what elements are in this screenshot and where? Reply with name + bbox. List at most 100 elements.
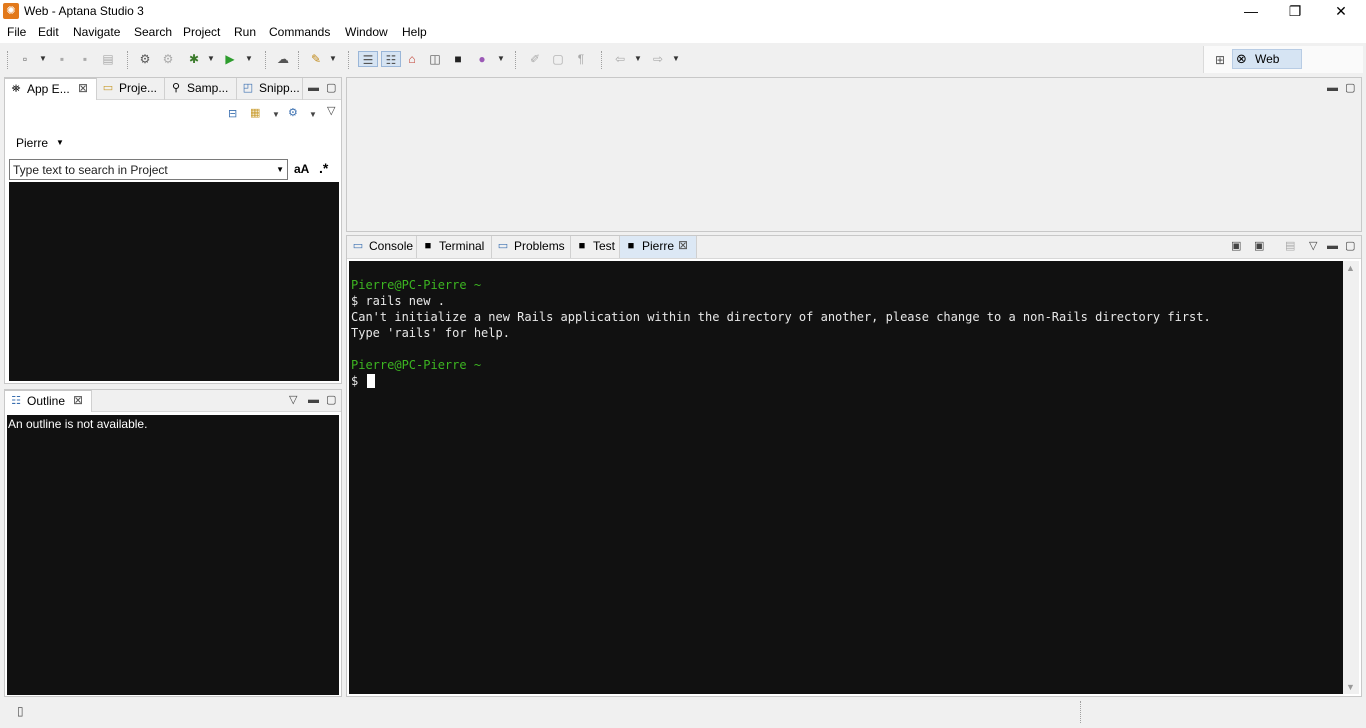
block-select-icon[interactable]: ▢: [550, 51, 566, 67]
perspective-bar: ⊞ ⊗ Web: [1203, 46, 1363, 73]
forward-arrow-icon[interactable]: ⇨: [650, 51, 666, 67]
terminal-icon: ■: [627, 240, 635, 252]
print-icon[interactable]: ▤: [100, 51, 116, 67]
pilcrow-icon[interactable]: ¶: [573, 51, 589, 67]
menu-commands[interactable]: Commands: [269, 25, 330, 39]
menu-help[interactable]: Help: [402, 25, 427, 39]
new-terminal-alt-icon[interactable]: ▣: [1254, 240, 1264, 252]
package-icon[interactable]: ▦: [250, 107, 260, 119]
view-menu-icon[interactable]: ▽: [1309, 240, 1317, 252]
menu-navigate[interactable]: Navigate: [73, 25, 120, 39]
perspective-web-button[interactable]: ⊗ Web: [1232, 49, 1302, 69]
menu-window[interactable]: Window: [345, 25, 388, 39]
regex-toggle[interactable]: .*: [319, 160, 328, 176]
chevron-down-icon[interactable]: ▼: [272, 109, 280, 121]
maximize-panel-icon[interactable]: ▢: [326, 82, 336, 94]
tab-project-explorer[interactable]: ▭ Proje...: [97, 78, 165, 100]
main-toolbar: ▫ ▼ ▪ ▪ ▤ ⚙ ⚙ ✱ ▼ ▶ ▼ ☁ ✎ ▼ ☰ ☷ ⌂ ◫ ■ ● …: [0, 43, 1366, 75]
tree-view-icon[interactable]: ☷: [381, 51, 401, 67]
scroll-down-icon[interactable]: ▼: [1346, 682, 1355, 692]
home-icon[interactable]: ⌂: [404, 51, 420, 67]
tab-samples[interactable]: ⚲ Samp...: [165, 78, 237, 100]
chevron-down-icon[interactable]: ▼: [276, 165, 284, 174]
tab-snippets[interactable]: ◰ Snipp...: [237, 78, 303, 100]
pen-icon[interactable]: ✐: [527, 51, 543, 67]
console-icon: ▭: [352, 240, 364, 252]
gear-icon[interactable]: ⚙: [288, 107, 298, 119]
maximize-panel-icon[interactable]: ▢: [1345, 82, 1355, 94]
fast-view-icon[interactable]: ▯: [17, 704, 24, 718]
project-tree[interactable]: [9, 182, 339, 381]
terminal-icon[interactable]: ■: [450, 51, 466, 67]
wand-icon[interactable]: ✎: [308, 51, 324, 67]
terminal-panel: ▭ Console ■ Terminal ▭ Problems ■ Test ■…: [346, 235, 1362, 697]
display-selected-icon[interactable]: ▤: [1285, 240, 1295, 252]
back-arrow-icon[interactable]: ⇦: [612, 51, 628, 67]
tab-test-label: Test: [593, 239, 616, 253]
save-all-icon[interactable]: ▪: [77, 51, 93, 67]
close-icon[interactable]: ⊠: [78, 81, 88, 95]
minimize-panel-icon[interactable]: ▬: [1327, 82, 1338, 94]
minimize-panel-icon[interactable]: ▬: [308, 394, 319, 406]
tab-outline[interactable]: ☷ Outline ⊠: [5, 390, 92, 412]
terminal-line: Pierre@PC-Pierre ~: [351, 278, 482, 292]
minimize-panel-icon[interactable]: ▬: [308, 82, 319, 94]
run-icon[interactable]: ▶: [222, 51, 238, 67]
chevron-down-icon[interactable]: ▼: [39, 51, 47, 67]
tab-pierre[interactable]: ■ Pierre ⊠: [620, 236, 697, 258]
save-icon[interactable]: ▪: [54, 51, 70, 67]
preview-icon[interactable]: ◫: [427, 51, 443, 67]
app-explorer-tabstrip: ⛯ App E... ⊠ ▭ Proje... ⚲ Samp... ◰ Snip…: [5, 78, 341, 100]
build-icon[interactable]: ⚙: [137, 51, 153, 67]
menu-project[interactable]: Project: [183, 25, 220, 39]
build-all-icon[interactable]: ⚙: [160, 51, 176, 67]
chevron-down-icon[interactable]: ▼: [497, 51, 505, 67]
tab-app-explorer[interactable]: ⛯ App E... ⊠: [5, 78, 97, 100]
chevron-down-icon[interactable]: ▼: [245, 51, 253, 67]
new-file-icon[interactable]: ▫: [17, 51, 33, 67]
project-search-input[interactable]: Type text to search in Project ▼: [9, 159, 288, 180]
minimize-panel-icon[interactable]: ▬: [1327, 240, 1338, 252]
project-selector[interactable]: Pierre ▼: [16, 136, 64, 150]
menu-search[interactable]: Search: [134, 25, 172, 39]
tab-terminal[interactable]: ■ Terminal: [417, 236, 492, 258]
maximize-panel-icon[interactable]: ▢: [326, 394, 336, 406]
outline-icon: ☷: [11, 395, 21, 407]
menu-edit[interactable]: Edit: [38, 25, 59, 39]
terminal-scrollbar[interactable]: ▲ ▼: [1343, 261, 1359, 694]
chevron-down-icon[interactable]: ▼: [672, 51, 680, 67]
outline-toggle-icon[interactable]: ☰: [358, 51, 378, 67]
tab-console[interactable]: ▭ Console: [347, 236, 417, 258]
deploy-icon[interactable]: ☁: [275, 51, 291, 67]
chevron-down-icon[interactable]: ▼: [309, 109, 317, 121]
status-bar: ▯: [0, 697, 1366, 728]
snippets-icon: ◰: [242, 82, 254, 94]
view-menu-icon[interactable]: ▽: [327, 105, 335, 117]
view-menu-icon[interactable]: ▽: [289, 394, 297, 406]
close-icon[interactable]: ⊠: [678, 238, 688, 252]
open-perspective-icon[interactable]: ⊞: [1212, 52, 1228, 68]
maximize-panel-icon[interactable]: ▢: [1345, 240, 1355, 252]
terminal-icon: ■: [578, 240, 586, 252]
terminal-line: $ rails new .: [351, 294, 445, 308]
menu-file[interactable]: File: [7, 25, 26, 39]
tab-samples-label: Samp...: [187, 81, 229, 95]
terminal-output[interactable]: Pierre@PC-Pierre ~ $ rails new . Can't i…: [349, 261, 1343, 694]
chevron-down-icon[interactable]: ▼: [207, 51, 215, 67]
collapse-all-icon[interactable]: ⊟: [228, 108, 237, 120]
toolbar-separator: [265, 51, 266, 69]
chevron-down-icon[interactable]: ▼: [634, 51, 642, 67]
menu-run[interactable]: Run: [234, 25, 256, 39]
new-terminal-icon[interactable]: ▣: [1231, 240, 1241, 252]
close-icon[interactable]: ⊠: [73, 393, 83, 407]
debug-icon[interactable]: ✱: [186, 51, 202, 67]
color-wheel-icon[interactable]: ●: [474, 51, 490, 67]
maximize-button[interactable]: ❐: [1272, 0, 1318, 23]
case-sensitive-toggle[interactable]: aA: [294, 162, 309, 176]
tab-test[interactable]: ■ Test: [571, 236, 620, 258]
close-button[interactable]: ✕: [1318, 0, 1364, 23]
chevron-down-icon[interactable]: ▼: [329, 51, 337, 67]
scroll-up-icon[interactable]: ▲: [1346, 263, 1355, 273]
tab-problems[interactable]: ▭ Problems: [492, 236, 571, 258]
minimize-button[interactable]: —: [1228, 0, 1274, 23]
